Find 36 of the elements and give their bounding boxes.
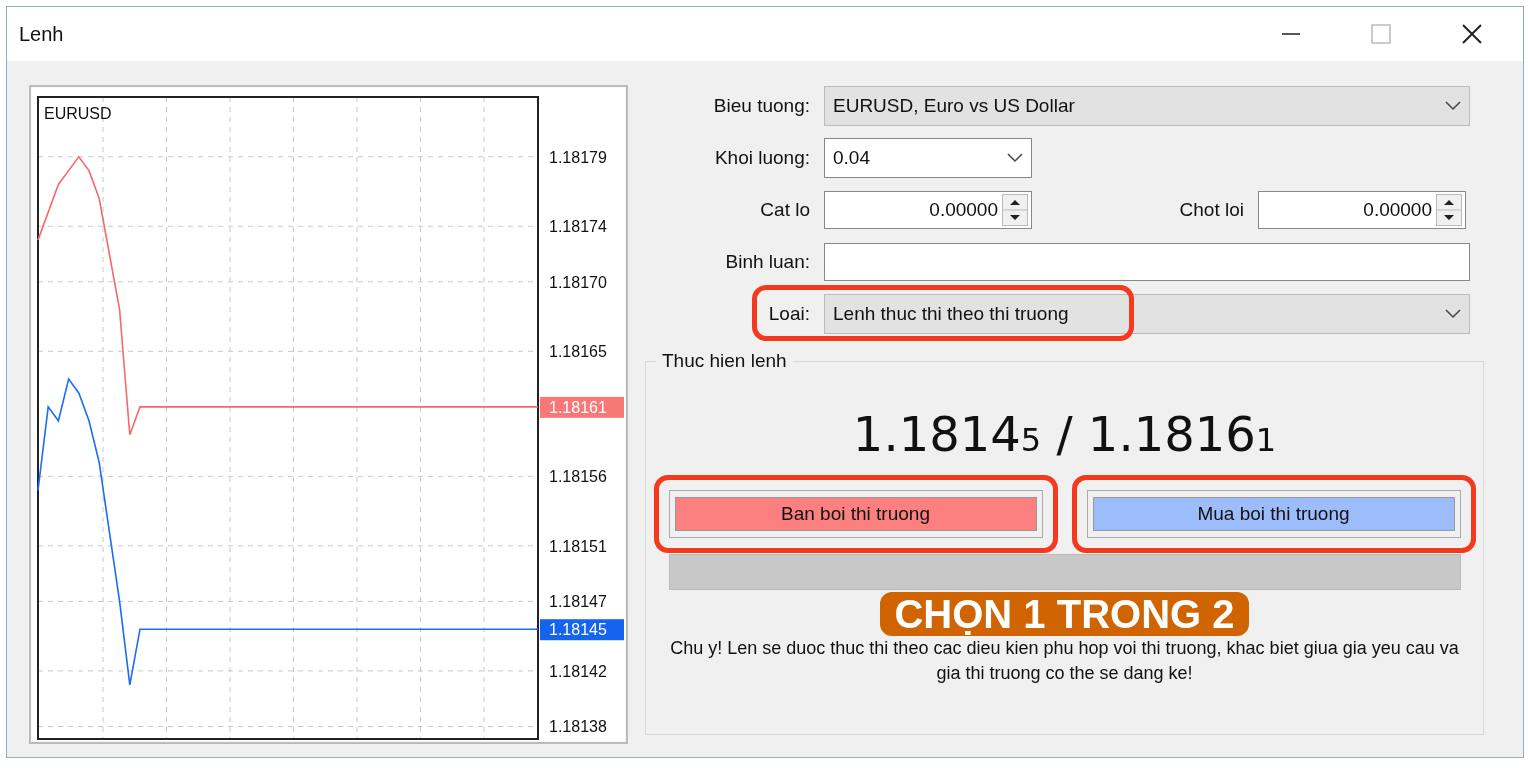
symbol-dropdown[interactable]: EURUSD, Euro vs US Dollar (824, 86, 1470, 126)
price-tag: 1.18145 (540, 619, 624, 641)
order-button[interactable]: Mua boi thi truong (1092, 497, 1455, 531)
window-title: Lenh (19, 22, 64, 46)
axis-label: 1.18138 (549, 718, 607, 736)
chevron-down-icon (1445, 309, 1461, 319)
chart-title: EURUSD (44, 105, 112, 122)
axis-label: 1.18179 (549, 148, 607, 166)
field-label: Khoi luong: (713, 147, 811, 169)
chevron-down-icon (1445, 101, 1461, 111)
axis-label: 1.18151 (549, 537, 607, 555)
field-label: Chot loi (1178, 199, 1245, 221)
axis-label: 1.18156 (549, 468, 607, 486)
chevron-down-icon (1007, 153, 1023, 163)
price-tag: 1.18161 (540, 396, 624, 418)
axis-label: 1.18165 (549, 343, 607, 361)
axis-label: 1.18147 (549, 593, 607, 611)
stop-loss-field[interactable]: 0.00000 (824, 191, 1032, 229)
comment-field[interactable] (824, 243, 1470, 281)
order-type-dropdown[interactable]: Lenh thuc thi theo thi truong (824, 294, 1470, 334)
price-quote: 1.18145 / 1.18161 (852, 406, 1277, 462)
field-label: Loai: (767, 303, 811, 325)
axis-label: 1.18174 (549, 218, 607, 236)
warning-note: Chu y! Len se duoc thuc thi theo cac dieu kien phu hop voi thi truong, khac biet giua gia yeu cau va gia thi truong co the se dang ke! (669, 637, 1460, 686)
spinner-arrows-icon[interactable] (1002, 194, 1028, 226)
close-icon[interactable] (1461, 23, 1483, 45)
axis-label: 1.18170 (549, 273, 607, 291)
field-label: Bieu tuong: (712, 95, 811, 117)
volume-dropdown[interactable]: 0.04 (824, 138, 1032, 178)
field-label: Binh luan: (724, 251, 811, 273)
order-button[interactable]: Ban boi thi truong (674, 497, 1037, 531)
spinner-arrows-icon[interactable] (1436, 194, 1462, 226)
axis-label: 1.18142 (549, 662, 607, 680)
take-profit-field[interactable]: 0.00000 (1258, 191, 1466, 229)
annotation-caption: CHỌN 1 TRONG 2 (880, 592, 1249, 636)
field-label: Cat lo (759, 199, 811, 221)
